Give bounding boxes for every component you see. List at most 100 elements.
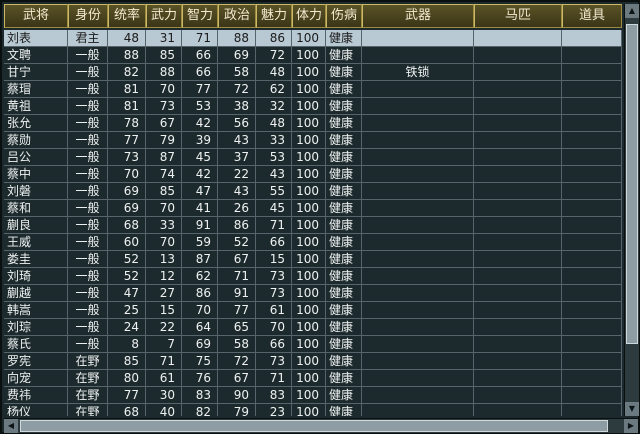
cell-horse xyxy=(474,370,562,386)
cell-rank: 一般 xyxy=(68,285,108,301)
officer-list-window: 武将 身份 统率 武力 智力 政治 魅力 体力 伤病 武器 马匹 道具 刘表 君主 48 31 71 88 86 1… xyxy=(0,0,640,434)
header-politics[interactable]: 政治 xyxy=(218,4,256,28)
vertical-scrollbar[interactable]: ▲ ▼ xyxy=(624,4,639,416)
cell-charisma: 66 xyxy=(256,234,292,250)
table-row[interactable]: 蒯良 一般 68 33 91 86 71 100 健康 xyxy=(4,217,622,234)
cell-item xyxy=(562,370,622,386)
cell-rank: 一般 xyxy=(68,149,108,165)
table-row[interactable]: 王威 一般 60 70 59 52 66 100 健康 xyxy=(4,234,622,251)
header-rank[interactable]: 身份 xyxy=(68,4,108,28)
header-weapon[interactable]: 武器 xyxy=(362,4,474,28)
cell-rank: 君主 xyxy=(68,30,108,46)
table-row[interactable]: 罗宪 在野 85 71 75 72 73 100 健康 xyxy=(4,353,622,370)
header-item[interactable]: 道具 xyxy=(562,4,622,28)
header-stamina[interactable]: 体力 xyxy=(292,4,326,28)
cell-horse xyxy=(474,115,562,131)
table-row[interactable]: 蒯越 一般 47 27 86 91 73 100 健康 xyxy=(4,285,622,302)
table-row[interactable]: 吕公 一般 73 87 45 37 53 100 健康 xyxy=(4,149,622,166)
cell-war: 73 xyxy=(146,98,182,114)
header-leadership[interactable]: 统率 xyxy=(108,4,146,28)
cell-intelligence: 71 xyxy=(182,30,218,46)
cell-charisma: 43 xyxy=(256,166,292,182)
cell-leadership: 77 xyxy=(108,387,146,403)
cell-horse xyxy=(474,98,562,114)
table-row[interactable]: 甘宁 一般 82 88 66 58 48 100 健康 铁锁 xyxy=(4,64,622,81)
cell-charisma: 71 xyxy=(256,370,292,386)
cell-status: 健康 xyxy=(326,166,362,182)
table-row[interactable]: 刘琦 一般 52 12 62 71 73 100 健康 xyxy=(4,268,622,285)
table-row[interactable]: 蔡和 一般 69 70 41 26 45 100 健康 xyxy=(4,200,622,217)
cell-charisma: 86 xyxy=(256,30,292,46)
cell-leadership: 60 xyxy=(108,234,146,250)
cell-horse xyxy=(474,183,562,199)
cell-intelligence: 83 xyxy=(182,387,218,403)
cell-charisma: 33 xyxy=(256,132,292,148)
table-row[interactable]: 蔡瑁 一般 81 70 77 72 62 100 健康 xyxy=(4,81,622,98)
cell-stamina: 100 xyxy=(292,132,326,148)
scroll-down-arrow-icon[interactable]: ▼ xyxy=(625,402,639,416)
cell-politics: 86 xyxy=(218,217,256,233)
cell-item xyxy=(562,285,622,301)
cell-rank: 一般 xyxy=(68,132,108,148)
scroll-right-arrow-icon[interactable]: ▶ xyxy=(624,419,638,433)
header-horse[interactable]: 马匹 xyxy=(474,4,562,28)
header-name[interactable]: 武将 xyxy=(4,4,68,28)
cell-rank: 在野 xyxy=(68,370,108,386)
cell-name: 蒯良 xyxy=(4,217,68,233)
cell-rank: 在野 xyxy=(68,353,108,369)
table-row[interactable]: 向宠 在野 80 61 76 67 71 100 健康 xyxy=(4,370,622,387)
cell-charisma: 62 xyxy=(256,81,292,97)
table-row[interactable]: 蔡氏 一般 8 7 69 58 66 100 健康 xyxy=(4,336,622,353)
table-row[interactable]: 娄圭 一般 52 13 87 67 15 100 健康 xyxy=(4,251,622,268)
table-row[interactable]: 刘琮 一般 24 22 64 65 70 100 健康 xyxy=(4,319,622,336)
cell-charisma: 45 xyxy=(256,200,292,216)
cell-war: 85 xyxy=(146,183,182,199)
cell-horse xyxy=(474,149,562,165)
cell-name: 黄祖 xyxy=(4,98,68,114)
table-row[interactable]: 张允 一般 78 67 42 56 48 100 健康 xyxy=(4,115,622,132)
cell-horse xyxy=(474,353,562,369)
cell-status: 健康 xyxy=(326,285,362,301)
header-charisma[interactable]: 魅力 xyxy=(256,4,292,28)
table-row[interactable]: 刘表 君主 48 31 71 88 86 100 健康 xyxy=(4,30,622,47)
cell-horse xyxy=(474,404,562,416)
cell-war: 70 xyxy=(146,234,182,250)
vertical-scroll-thumb[interactable] xyxy=(626,24,638,344)
header-war[interactable]: 武力 xyxy=(146,4,182,28)
scroll-up-arrow-icon[interactable]: ▲ xyxy=(625,4,639,18)
table-row[interactable]: 韩嵩 一般 25 15 70 77 61 100 健康 xyxy=(4,302,622,319)
table-row[interactable]: 文聘 一般 88 85 66 69 72 100 健康 xyxy=(4,47,622,64)
header-status[interactable]: 伤病 xyxy=(326,4,362,28)
cell-war: 33 xyxy=(146,217,182,233)
cell-item xyxy=(562,200,622,216)
cell-war: 22 xyxy=(146,319,182,335)
cell-rank: 一般 xyxy=(68,47,108,63)
table-row[interactable]: 刘磐 一般 69 85 47 43 55 100 健康 xyxy=(4,183,622,200)
cell-leadership: 69 xyxy=(108,183,146,199)
cell-rank: 一般 xyxy=(68,234,108,250)
table-row[interactable]: 黄祖 一般 81 73 53 38 32 100 健康 xyxy=(4,98,622,115)
table-row[interactable]: 蔡中 一般 70 74 42 22 43 100 健康 xyxy=(4,166,622,183)
cell-politics: 26 xyxy=(218,200,256,216)
horizontal-scrollbar[interactable]: ◀ ▶ xyxy=(4,418,638,433)
table-row[interactable]: 费祎 在野 77 30 83 90 83 100 健康 xyxy=(4,387,622,404)
table-row[interactable]: 杨仪 在野 68 40 82 79 23 100 健康 xyxy=(4,404,622,416)
cell-stamina: 100 xyxy=(292,30,326,46)
cell-politics: 71 xyxy=(218,268,256,284)
cell-weapon xyxy=(362,166,474,182)
header-intelligence[interactable]: 智力 xyxy=(182,4,218,28)
cell-status: 健康 xyxy=(326,251,362,267)
cell-status: 健康 xyxy=(326,200,362,216)
cell-item xyxy=(562,319,622,335)
horizontal-scroll-thumb[interactable] xyxy=(20,420,608,432)
cell-status: 健康 xyxy=(326,370,362,386)
cell-status: 健康 xyxy=(326,404,362,416)
scroll-left-arrow-icon[interactable]: ◀ xyxy=(4,419,18,433)
cell-charisma: 61 xyxy=(256,302,292,318)
cell-politics: 56 xyxy=(218,115,256,131)
cell-status: 健康 xyxy=(326,217,362,233)
cell-charisma: 53 xyxy=(256,149,292,165)
cell-weapon xyxy=(362,98,474,114)
table-row[interactable]: 蔡勋 一般 77 79 39 43 33 100 健康 xyxy=(4,132,622,149)
cell-intelligence: 62 xyxy=(182,268,218,284)
